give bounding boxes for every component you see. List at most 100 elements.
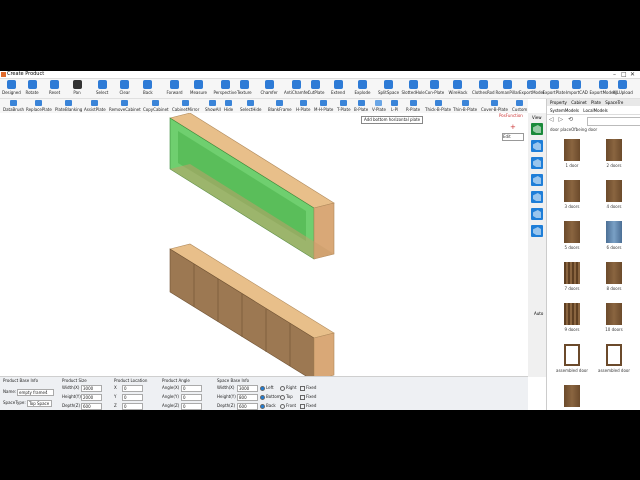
radio-left[interactable]: Left (260, 385, 274, 391)
tab-local-models[interactable]: LocalModels (583, 108, 607, 113)
pan-button[interactable]: Pan (72, 80, 82, 95)
model-thumbnail[interactable]: assembled door (594, 344, 634, 373)
model-thumbnail[interactable]: 6 doors (594, 221, 634, 250)
back-button[interactable]: Back (143, 80, 153, 95)
l-pl-button[interactable]: L-Pl (391, 99, 398, 112)
removecabinet-button[interactable]: RemoveCabinet (109, 99, 141, 112)
model-thumbnail[interactable]: 5 doors (552, 221, 592, 250)
refresh-icon[interactable]: ⟲ (568, 116, 573, 123)
space-width-input[interactable]: 3000 (237, 385, 258, 392)
r-plate-button[interactable]: R-Plate (406, 99, 420, 112)
splitspace-button[interactable]: SplitSpace (378, 80, 399, 95)
minimize-icon[interactable]: – (613, 71, 616, 78)
replaceplate-button[interactable]: ReplacePlate (26, 99, 52, 112)
view-left-icon[interactable] (531, 157, 543, 169)
slottedhole-button[interactable]: SlottedHole (402, 80, 425, 95)
cutplate-button[interactable]: CutPlate (308, 80, 324, 95)
exportmodel-button[interactable]: ExportModel (519, 80, 544, 95)
radio-bottom[interactable]: Bottom (260, 394, 281, 400)
view-right-icon[interactable] (531, 191, 543, 203)
cabinetmirror-button[interactable]: CabinetMirror (172, 99, 199, 112)
thin-b-plate-button[interactable]: Thin-B-Plate (453, 99, 477, 112)
edit-field[interactable]: Edit (502, 133, 524, 141)
forward-button[interactable]: Forward (167, 80, 183, 95)
model-thumbnail[interactable]: 4 doors (594, 180, 634, 209)
t-plate-button[interactable]: T-Plate (337, 99, 351, 112)
reset-button[interactable]: Reset (49, 80, 60, 95)
radio-back[interactable]: Back (260, 403, 276, 409)
b-plate-button[interactable]: B-Plate (354, 99, 368, 112)
thick-b-plate-button[interactable]: Thick-B-Plate (425, 99, 451, 112)
copycabinet-button[interactable]: CopyCabinet (143, 99, 169, 112)
model-thumbnail[interactable]: 7 doors (552, 262, 592, 291)
importcad-button[interactable]: ImportCAD (566, 80, 588, 95)
z-input[interactable]: 0 (122, 403, 143, 410)
width-input[interactable]: 3000 (81, 385, 102, 392)
maximize-icon[interactable]: □ (621, 71, 627, 78)
radio-right[interactable]: Right (280, 385, 297, 391)
nav-forward-icon[interactable]: ▷ (559, 116, 564, 123)
auto-label[interactable]: Auto (534, 311, 543, 316)
model-thumbnail[interactable] (552, 385, 592, 409)
clear-button[interactable]: Clear (120, 80, 130, 95)
close-icon[interactable]: ✕ (630, 71, 635, 78)
fixed-checkbox-y[interactable]: Fixed (300, 394, 316, 400)
add-button[interactable]: + (510, 123, 516, 131)
romanpillar-button[interactable]: RomanPillar (496, 80, 519, 95)
view-top-icon[interactable] (531, 174, 543, 186)
perspective-button[interactable]: Perspective (214, 80, 237, 95)
radio-front[interactable]: Front (280, 403, 296, 409)
model-thumbnail[interactable]: 1 door (552, 139, 592, 168)
exportplate-button[interactable]: ExportPlate (543, 80, 566, 95)
hide-button[interactable]: Hide (224, 99, 233, 112)
name-input[interactable]: empty frame4 (17, 389, 54, 396)
databrush-button[interactable]: DataBrush (3, 99, 24, 112)
tab-property[interactable]: Property (550, 100, 567, 105)
h-plate-button[interactable]: H-Plate (296, 99, 310, 112)
y-input[interactable]: 0 (122, 394, 143, 401)
angle-z-input[interactable]: 0 (181, 403, 202, 410)
model-thumbnail[interactable]: 8 doors (594, 262, 634, 291)
3d-viewport[interactable] (0, 112, 528, 382)
model-thumbnail[interactable]: 2 doors (594, 139, 634, 168)
model-thumbnail[interactable]: 3 doors (552, 180, 592, 209)
tab-plate[interactable]: Plate (591, 100, 601, 105)
nav-back-icon[interactable]: ◁ (549, 116, 554, 123)
custom-button[interactable]: Custom (512, 99, 527, 112)
space-height-input[interactable]: 800 (237, 394, 258, 401)
height-input[interactable]: 2000 (81, 394, 102, 401)
panel-search-input[interactable] (587, 117, 640, 126)
cover-b-plate-button[interactable]: Cover-B-Plate (481, 99, 508, 112)
explode-button[interactable]: Explode (355, 80, 371, 95)
chamfer-button[interactable]: Chamfer (261, 80, 278, 95)
angle-x-input[interactable]: 0 (181, 385, 202, 392)
model-thumbnail[interactable]: 9 doors (552, 303, 592, 332)
view-back-icon[interactable] (531, 208, 543, 220)
con-plate-button[interactable]: Con-Plate (425, 80, 444, 95)
radio-top[interactable]: Top (280, 394, 293, 400)
designed-button[interactable]: Designed (2, 80, 21, 95)
rotate-button[interactable]: Rotate (26, 80, 39, 95)
view-iso-icon[interactable] (531, 123, 543, 135)
texture-button[interactable]: Texture (237, 80, 252, 95)
clothesrod-button[interactable]: ClothesRod (472, 80, 495, 95)
depth-input[interactable]: 600 (81, 403, 102, 410)
tab-system-models[interactable]: SystemModels (550, 108, 579, 113)
blankframe-button[interactable]: BlankFrame (268, 99, 292, 112)
wirehack-button[interactable]: WireHack (449, 80, 467, 95)
model-thumbnail[interactable]: assembled door (552, 344, 592, 373)
x-input[interactable]: 0 (122, 385, 143, 392)
m-h-plate-button[interactable]: M-H-Plate (314, 99, 333, 112)
measure-button[interactable]: Measure (190, 80, 207, 95)
angle-y-input[interactable]: 0 (181, 394, 202, 401)
tab-spacetree[interactable]: SpaceTre (605, 100, 623, 105)
space-type-select[interactable]: Top Space (27, 400, 52, 407)
view-bottom-icon[interactable] (531, 225, 543, 237)
model-thumbnail[interactable]: 10 doors (594, 303, 634, 332)
selecthide-button[interactable]: SelectHide (240, 99, 261, 112)
tab-cabinet[interactable]: Cabinet (571, 100, 586, 105)
select-button[interactable]: Select (96, 80, 108, 95)
v-plate-button[interactable]: V-Plate (372, 99, 386, 112)
plateblanking-button[interactable]: PlateBlanking (55, 99, 82, 112)
extend-button[interactable]: Extend (331, 80, 345, 95)
